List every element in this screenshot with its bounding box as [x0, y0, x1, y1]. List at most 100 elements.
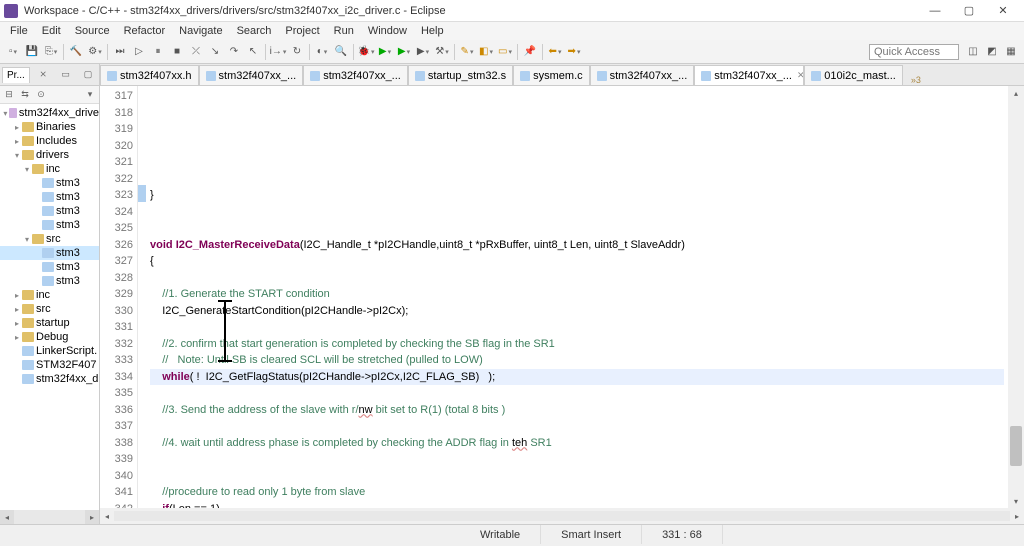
menu-file[interactable]: File — [4, 24, 34, 38]
maximize-button[interactable]: ▢ — [952, 1, 986, 21]
editor-tab[interactable]: stm32f407xx_...✕ — [694, 65, 804, 85]
code-line[interactable]: if(Len == 1) — [150, 501, 1004, 509]
resume-button[interactable]: ▷ — [130, 43, 148, 61]
menu-edit[interactable]: Edit — [36, 24, 67, 38]
scroll-left-icon[interactable]: ◂ — [100, 512, 114, 521]
code-line[interactable] — [150, 138, 1004, 155]
forward-button[interactable]: ➡ — [565, 43, 583, 61]
minimize-view-icon[interactable]: ▭ — [59, 68, 73, 82]
run-button[interactable]: ▶ — [376, 43, 394, 61]
tree-twisty-icon[interactable]: ▸ — [12, 333, 22, 342]
sidebar-hscroll[interactable]: ◂ ▸ — [0, 510, 99, 524]
tree-item[interactable]: stm32f4xx_d — [0, 372, 99, 386]
editor-tab[interactable]: 010i2c_mast... — [804, 65, 903, 85]
tree-twisty-icon[interactable]: ▸ — [12, 319, 22, 328]
code-line[interactable]: //3. Send the address of the slave with … — [150, 402, 1004, 419]
tree-item[interactable]: ▾drivers — [0, 148, 99, 162]
minimize-button[interactable]: — — [918, 1, 952, 21]
collapse-all-icon[interactable]: ⊟ — [2, 88, 16, 102]
tree-item[interactable]: ▸Debug — [0, 330, 99, 344]
tree-twisty-icon[interactable]: ▾ — [22, 165, 32, 174]
tree-item[interactable]: stm3 — [0, 246, 99, 260]
code-line[interactable]: { — [150, 253, 1004, 270]
scroll-left-icon[interactable]: ◂ — [0, 510, 14, 524]
code-editor[interactable]: 3173183193203213223233243253263273283293… — [100, 86, 1024, 508]
save-button[interactable]: 💾 — [23, 43, 41, 61]
scroll-right-icon[interactable]: ▸ — [1010, 512, 1024, 521]
link-editor-icon[interactable]: ⇆ — [18, 88, 32, 102]
scroll-track[interactable] — [14, 510, 85, 524]
scroll-up-icon[interactable]: ▴ — [1008, 86, 1024, 100]
menu-project[interactable]: Project — [279, 24, 325, 38]
save-all-button[interactable]: ⎘ — [42, 43, 60, 61]
restart-button[interactable]: ↻ — [288, 43, 306, 61]
build-button[interactable]: 🔨 — [67, 43, 85, 61]
tree-item[interactable]: ▸inc — [0, 288, 99, 302]
tab-close-icon[interactable]: ✕ — [797, 70, 804, 81]
code-line[interactable]: } — [150, 187, 1004, 204]
tree-twisty-icon[interactable]: ▸ — [12, 305, 22, 314]
menu-search[interactable]: Search — [231, 24, 278, 38]
instruction-step-button[interactable]: i→ — [269, 43, 287, 61]
skip-button[interactable]: ⏭ — [111, 43, 129, 61]
code-line[interactable]: //procedure to read only 1 byte from sla… — [150, 484, 1004, 501]
tree-item[interactable]: ▸src — [0, 302, 99, 316]
tree-item[interactable]: ▾stm32f4xx_drive — [0, 106, 99, 120]
tree-item[interactable]: STM32F407 — [0, 358, 99, 372]
back-button[interactable]: ⬅ — [546, 43, 564, 61]
code-line[interactable] — [150, 385, 1004, 402]
tree-item[interactable]: stm3 — [0, 274, 99, 288]
scroll-right-icon[interactable]: ▸ — [85, 510, 99, 524]
maximize-view-icon[interactable]: ▢ — [81, 68, 95, 82]
tabs-overflow[interactable]: »3 — [907, 75, 925, 85]
external-tools-button[interactable]: ⚒ — [433, 43, 451, 61]
tree-item[interactable]: stm3 — [0, 176, 99, 190]
editor-tab[interactable]: sysmem.c — [513, 65, 590, 85]
code-line[interactable]: I2C_GenerateStartCondition(pI2CHandle->p… — [150, 303, 1004, 320]
vertical-scrollbar[interactable]: ▴ ▾ — [1008, 86, 1024, 508]
focus-icon[interactable]: ⊙ — [34, 88, 48, 102]
project-tree[interactable]: ▾stm32f4xx_drive▸Binaries▸Includes▾drive… — [0, 104, 99, 510]
open-type-button[interactable]: ◐ — [313, 43, 331, 61]
menu-help[interactable]: Help — [415, 24, 450, 38]
editor-tab[interactable]: startup_stm32.s — [408, 65, 513, 85]
scroll-down-icon[interactable]: ▾ — [1008, 494, 1024, 508]
debug-button[interactable]: 🐞 — [357, 43, 375, 61]
code-line[interactable] — [150, 270, 1004, 287]
pin-button[interactable]: 📌 — [521, 43, 539, 61]
code-line[interactable] — [150, 220, 1004, 237]
horizontal-scrollbar[interactable]: ◂ ▸ — [100, 508, 1024, 524]
code-line[interactable]: while( ! I2C_GetFlagStatus(pI2CHandle->p… — [150, 369, 1004, 386]
view-dropdown-icon[interactable]: ▾ — [83, 88, 97, 102]
tree-item[interactable]: stm3 — [0, 260, 99, 274]
scroll-thumb[interactable] — [1010, 426, 1022, 466]
new-folder-button[interactable]: ▭ — [496, 43, 514, 61]
menu-run[interactable]: Run — [328, 24, 360, 38]
tree-item[interactable]: stm3 — [0, 190, 99, 204]
perspective-debug-button[interactable]: ◩ — [983, 43, 1001, 61]
perspective-other-button[interactable]: ▦ — [1002, 43, 1020, 61]
tree-item[interactable]: ▾inc — [0, 162, 99, 176]
tree-twisty-icon[interactable]: ▾ — [12, 151, 22, 160]
search-button[interactable]: 🔍 — [332, 43, 350, 61]
hscroll-track[interactable] — [114, 511, 1010, 521]
tree-item[interactable]: stm3 — [0, 204, 99, 218]
code-line[interactable]: //4. wait until address phase is complet… — [150, 435, 1004, 452]
code-line[interactable] — [150, 171, 1004, 188]
code-line[interactable] — [150, 451, 1004, 468]
step-return-button[interactable]: ↖ — [244, 43, 262, 61]
tree-item[interactable]: ▾src — [0, 232, 99, 246]
quick-access-input[interactable]: Quick Access — [869, 44, 959, 60]
code-line[interactable]: //1. Generate the START condition — [150, 286, 1004, 303]
suspend-button[interactable]: ⏸ — [149, 43, 167, 61]
new-button[interactable]: ▫ — [4, 43, 22, 61]
code-line[interactable] — [150, 468, 1004, 485]
editor-tab[interactable]: stm32f407xx_... — [590, 65, 695, 85]
tree-item[interactable]: stm3 — [0, 218, 99, 232]
code-line[interactable] — [150, 319, 1004, 336]
menu-navigate[interactable]: Navigate — [173, 24, 228, 38]
tree-twisty-icon[interactable]: ▾ — [2, 109, 9, 118]
build-config-button[interactable]: ⚙ — [86, 43, 104, 61]
tree-twisty-icon[interactable]: ▸ — [12, 123, 22, 132]
tree-item[interactable]: ▸Binaries — [0, 120, 99, 134]
